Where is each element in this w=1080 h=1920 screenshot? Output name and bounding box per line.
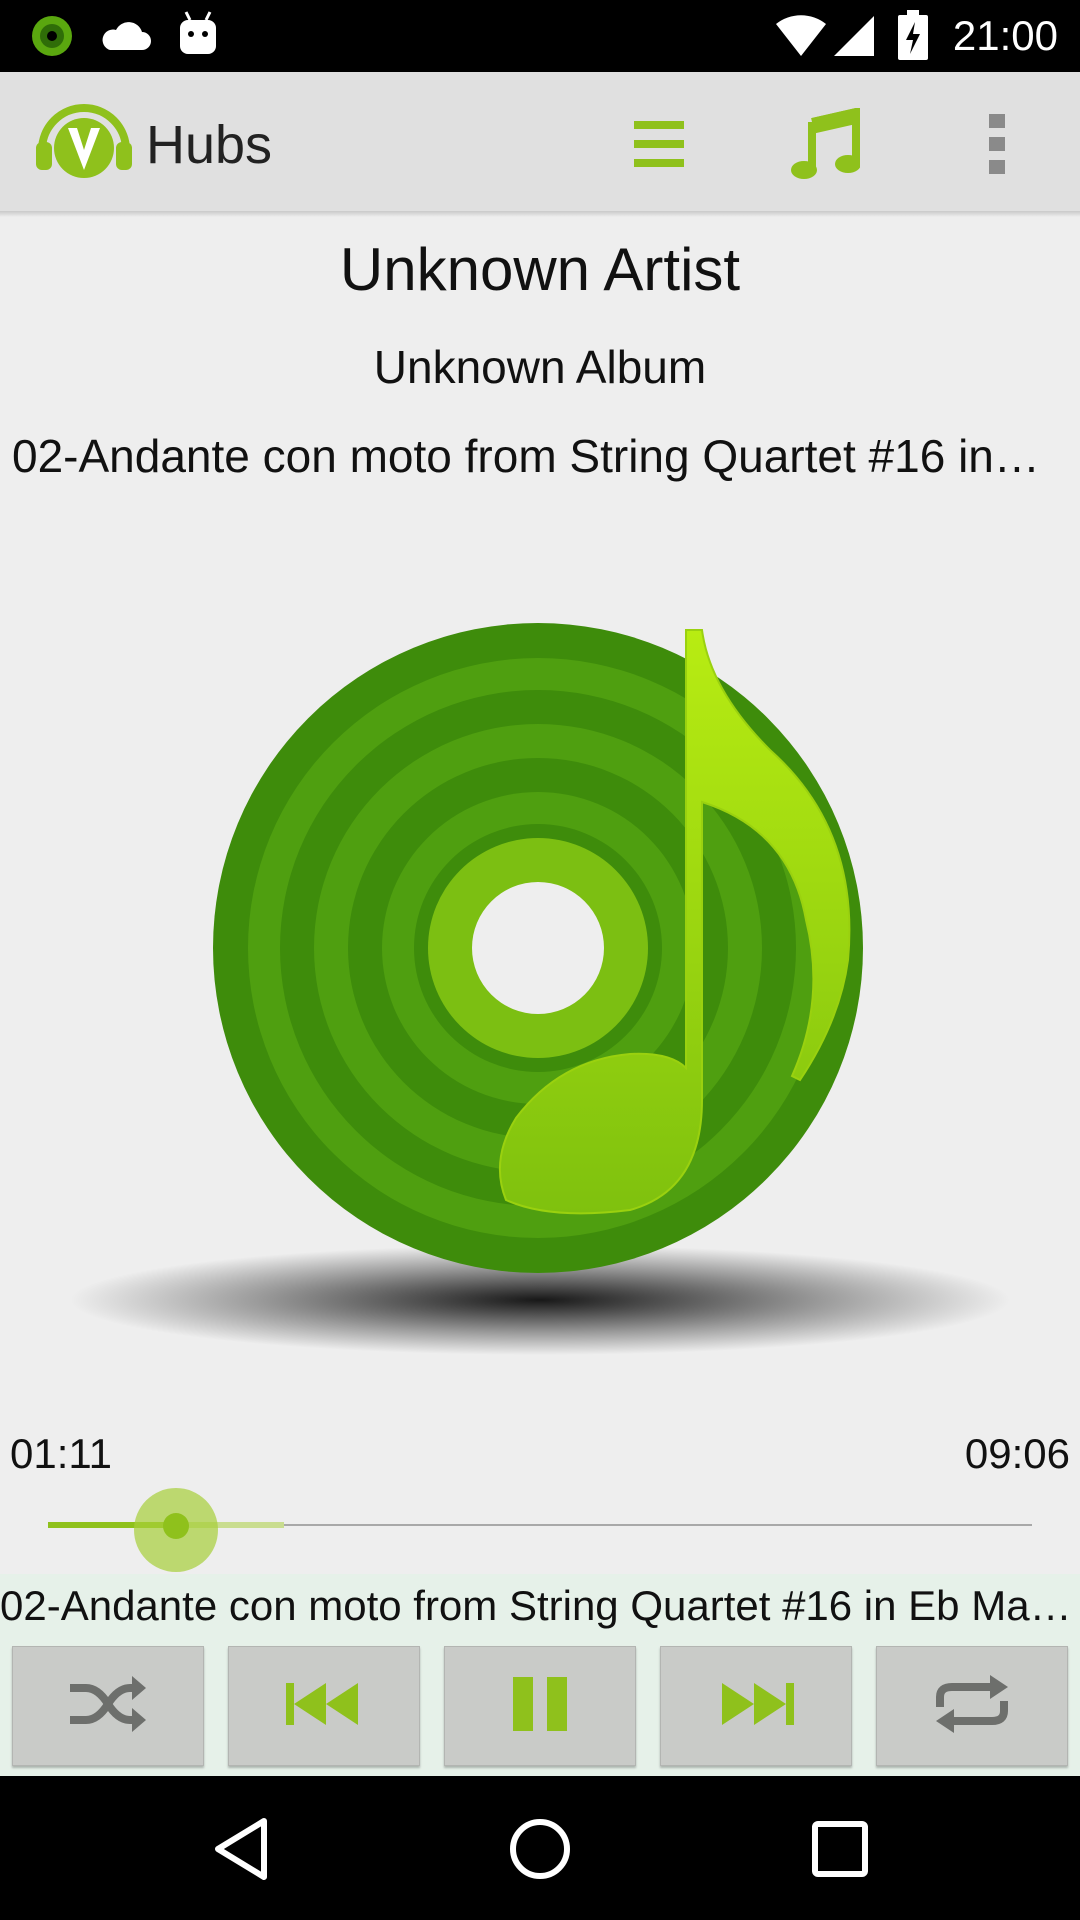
album-name: Unknown Album — [373, 341, 707, 393]
overflow-menu-icon — [987, 112, 1007, 181]
shuffle-icon — [68, 1674, 148, 1739]
pause-button[interactable] — [444, 1646, 636, 1766]
back-button[interactable] — [192, 1806, 292, 1896]
list-button[interactable] — [614, 108, 704, 184]
android-icon — [178, 10, 218, 61]
previous-button[interactable] — [228, 1646, 420, 1766]
action-bar-shadow — [0, 211, 1080, 217]
status-clock: 21:00 — [952, 12, 1058, 59]
album-artwork — [70, 560, 1010, 1365]
home-icon — [508, 1817, 572, 1886]
track-title: 02-Andante con moto from String Quartet … — [12, 430, 1052, 482]
music-app-notification-icon — [30, 14, 74, 63]
home-button[interactable] — [490, 1806, 590, 1896]
current-time: 01:11 — [10, 1430, 112, 1477]
cell-signal-icon — [832, 14, 876, 63]
wifi-icon — [774, 12, 828, 63]
playback-controls — [0, 1638, 1080, 1776]
artist-name: Unknown Artist — [339, 236, 741, 303]
list-icon — [632, 119, 686, 174]
hubs-logo-icon[interactable] — [34, 102, 134, 187]
music-note-icon — [790, 106, 861, 185]
shuffle-button[interactable] — [12, 1646, 204, 1766]
recents-button[interactable] — [790, 1806, 890, 1896]
seek-bar[interactable] — [48, 1480, 1032, 1572]
seek-thumb[interactable] — [163, 1513, 189, 1539]
ticker-text: 02-Andante con moto from String Quartet … — [0, 1582, 1072, 1629]
now-playing-button[interactable] — [780, 106, 870, 185]
next-button[interactable] — [660, 1646, 852, 1766]
battery-charging-icon — [898, 10, 928, 65]
previous-icon — [286, 1681, 362, 1732]
repeat-button[interactable] — [876, 1646, 1068, 1766]
recents-icon — [811, 1820, 869, 1883]
back-icon — [212, 1817, 272, 1886]
repeat-icon — [932, 1673, 1012, 1740]
cloud-icon — [98, 16, 152, 61]
next-icon — [718, 1681, 794, 1732]
total-time: 09:06 — [964, 1430, 1070, 1477]
overflow-menu-button[interactable] — [952, 108, 1042, 184]
pause-icon — [511, 1675, 569, 1738]
app-title: Hubs — [146, 115, 273, 175]
status-bar: 21:00 — [0, 0, 1080, 72]
action-bar: Hubs — [0, 72, 1080, 212]
track-ticker: 02-Andante con moto from String Quartet … — [0, 1574, 1080, 1638]
navigation-bar — [0, 1776, 1080, 1920]
